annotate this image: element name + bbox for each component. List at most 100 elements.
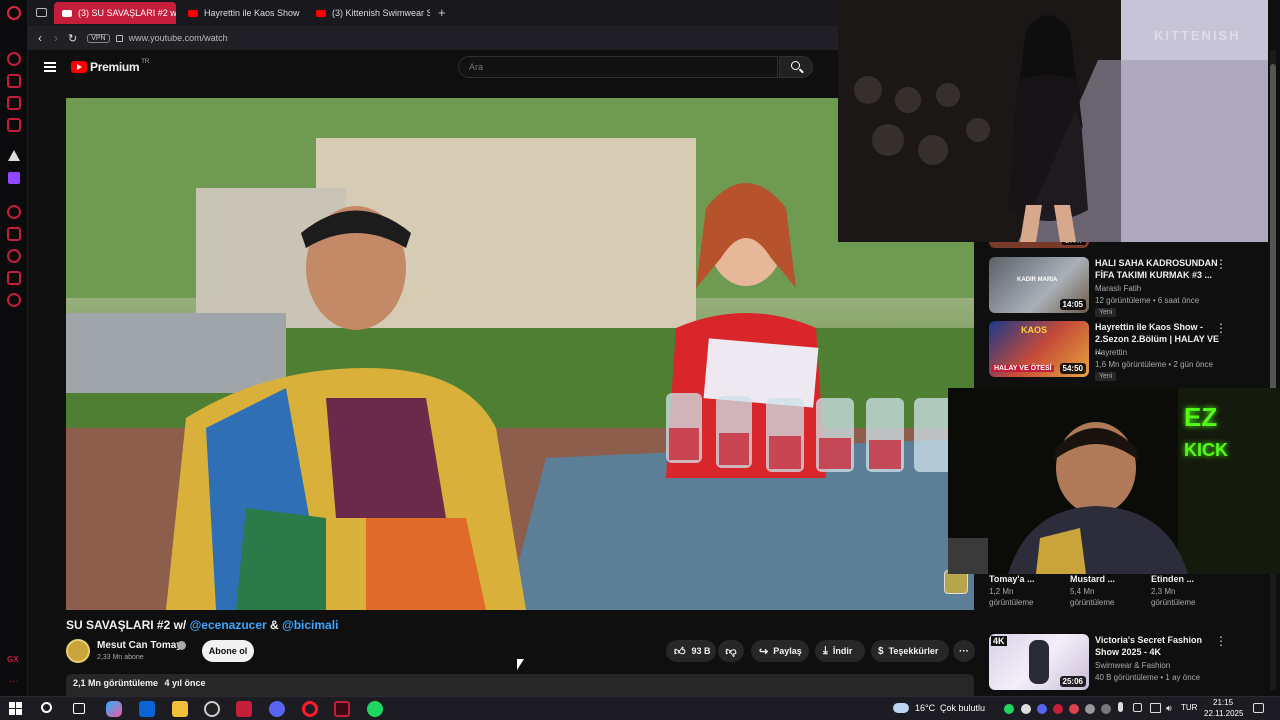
subscribe-button[interactable]: Abone ol (202, 640, 254, 662)
url-text[interactable]: www.youtube.com/watch (129, 33, 228, 43)
weather-label[interactable]: Çok bulutlu (940, 703, 985, 713)
video-thumbnail[interactable]: KAOS HALAY VE ÖTESİ 54:50 (989, 321, 1089, 377)
language-indicator[interactable]: TUR (1181, 703, 1197, 712)
weather-icon[interactable] (893, 703, 909, 713)
messenger-icon[interactable] (7, 96, 21, 110)
thanks-button[interactable]: $ Teşekkürler (871, 640, 949, 662)
settings-icon[interactable] (7, 293, 21, 307)
workspaces-icon[interactable] (36, 8, 47, 17)
copilot-icon[interactable] (106, 701, 122, 717)
history-icon[interactable] (7, 249, 21, 263)
page-scrollbar[interactable] (1270, 50, 1276, 690)
tray-icon[interactable] (1101, 704, 1111, 714)
thanks-icon: $ (878, 645, 884, 657)
twitch-icon[interactable] (8, 172, 20, 184)
recommendation-card[interactable]: KAOS HALAY VE ÖTESİ 54:50 Hayrettin ile … (989, 321, 1269, 385)
more-options-icon[interactable]: ⋮ (1215, 321, 1227, 335)
task-view-icon[interactable] (73, 703, 85, 714)
clock-time[interactable]: 21:15 (1213, 698, 1233, 707)
discord-icon[interactable] (269, 701, 285, 717)
app-icon[interactable] (236, 701, 252, 717)
tray-icon[interactable] (1021, 704, 1031, 714)
search-button[interactable] (779, 56, 813, 78)
search-input[interactable] (459, 57, 777, 77)
recommendation-card[interactable]: KADIR MARIA 14:05 HALI SAHA KADROSUNDAN … (989, 257, 1269, 321)
search-box[interactable] (458, 56, 778, 78)
video-thumbnail[interactable]: KADIR MARIA 14:05 (989, 257, 1089, 313)
mention-link[interactable]: @bicimali (282, 618, 338, 632)
opera-icon[interactable] (302, 701, 318, 717)
more-actions-button[interactable]: ··· (953, 640, 975, 662)
taskbar: 16°C Çok bulutlu 🔊︎ TUR 21:15 22.11.2025 (0, 696, 1280, 720)
shorts-item[interactable]: Tomay'a ... 1,2 Mn görüntüleme (989, 574, 1035, 607)
tab-kittenish[interactable]: (3) Kittenish Swimwear S (308, 2, 430, 24)
tab-kaos-show[interactable]: Hayrettin ile Kaos Show - (180, 2, 302, 24)
download-button[interactable]: ⤓ İndir (815, 640, 865, 662)
tab-su-savaslari[interactable]: (3) SU SAVAŞLARI #2 w/ (54, 2, 176, 24)
recommendation-title[interactable]: HALI SAHA KADROSUNDAN FİFA TAKIMI KURMAK… (1095, 257, 1221, 281)
like-count: 93 B (691, 646, 711, 656)
new-tab-button[interactable]: + (438, 5, 446, 20)
microphone-icon[interactable] (1118, 702, 1123, 712)
forward-icon[interactable]: › (54, 31, 58, 45)
notification-icon[interactable] (1253, 703, 1264, 713)
bookmark-icon[interactable] (7, 227, 21, 241)
like-button[interactable]: 👍︎ 93 B (666, 640, 716, 662)
obs-icon[interactable] (204, 701, 220, 717)
recommendation-channel[interactable]: Maraslı Fatih (1095, 284, 1141, 293)
short-title[interactable]: Tomay'a ... (989, 574, 1035, 584)
more-options-icon[interactable]: ⋮ (1215, 634, 1227, 648)
menu-icon[interactable] (44, 62, 56, 72)
back-icon[interactable]: ‹ (38, 31, 42, 45)
title-amp: & (266, 618, 283, 632)
windows-start-icon[interactable] (9, 702, 22, 715)
shorts-item[interactable]: Etinden ... 2,3 Mn görüntüleme (1151, 574, 1195, 607)
channel-name[interactable]: Mesut Can Tomay (97, 640, 182, 651)
spotify-tray-icon[interactable] (1004, 704, 1014, 714)
facecam-overlay: EZ KICK (948, 388, 1280, 574)
downloads-icon[interactable] (7, 271, 21, 285)
network-icon[interactable] (1150, 703, 1161, 713)
opera-logo-icon[interactable] (7, 6, 21, 20)
description-box[interactable]: 2,1 Mn görüntüleme 4 yıl önce (66, 674, 974, 696)
dislike-button[interactable]: 👎︎ (718, 640, 744, 662)
temperature[interactable]: 16°C (915, 703, 935, 713)
recommendation-channel[interactable]: Hayrettin (1095, 348, 1127, 357)
tray-icon[interactable] (1133, 703, 1142, 712)
bag-icon[interactable] (7, 74, 21, 88)
more-options-icon[interactable]: ⋮ (1215, 257, 1227, 271)
clock-date[interactable]: 22.11.2025 (1204, 709, 1243, 718)
opera-gx-icon[interactable] (334, 701, 350, 717)
video-thumbnail[interactable]: 4K 25:06 (989, 634, 1089, 690)
news-icon[interactable] (7, 118, 21, 132)
file-explorer-icon[interactable] (172, 701, 188, 717)
mention-link[interactable]: @ecenazucer (190, 618, 267, 632)
spotify-icon[interactable] (367, 701, 383, 717)
short-views: 2,3 Mn (1151, 587, 1176, 596)
aria-icon[interactable] (8, 150, 20, 161)
discord-tray-icon[interactable] (1037, 704, 1047, 714)
sidebar-more-icon[interactable]: ··· (9, 676, 19, 687)
channel-avatar[interactable] (66, 639, 90, 663)
gx-label[interactable]: GX (7, 655, 19, 664)
outlook-icon[interactable] (139, 701, 155, 717)
player-icon[interactable] (7, 205, 21, 219)
vpn-badge[interactable]: VPN (87, 33, 110, 43)
opera-tray-icon[interactable] (1053, 704, 1063, 714)
youtube-logo[interactable]: Premium TR (71, 59, 149, 74)
search-icon[interactable] (41, 702, 52, 713)
recommendation-card[interactable]: 4K 25:06 Victoria's Secret Fashion Show … (989, 634, 1269, 698)
tray-icon[interactable] (1085, 704, 1095, 714)
share-button[interactable]: ↪ Paylaş (751, 640, 809, 662)
volume-icon[interactable]: 🔊︎ (1166, 703, 1172, 714)
thumbs-up-icon: 👍︎ (674, 645, 686, 658)
recommendation-channel[interactable]: Swimwear & Fashion (1095, 661, 1170, 670)
short-title[interactable]: Mustard ... (1070, 574, 1115, 584)
tray-icon[interactable] (1069, 704, 1079, 714)
reload-icon[interactable]: ↻ (68, 32, 77, 45)
speed-dial-icon[interactable] (7, 52, 21, 66)
recommendation-title[interactable]: Victoria's Secret Fashion Show 2025 - 4K (1095, 634, 1221, 658)
scrollbar-thumb[interactable] (1270, 64, 1276, 394)
short-title[interactable]: Etinden ... (1151, 574, 1195, 584)
shorts-item[interactable]: Mustard ... 5,4 Mn görüntüleme (1070, 574, 1115, 607)
